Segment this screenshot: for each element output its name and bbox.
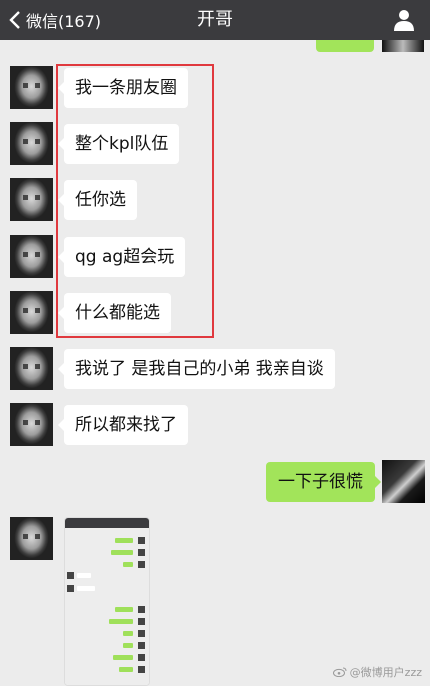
thumb-bubble (77, 573, 91, 578)
contact-avatar[interactable] (10, 517, 53, 560)
thumb-avatar (138, 630, 145, 637)
thumb-bubble (113, 655, 133, 660)
watermark-text: @微博用户zzz (349, 666, 422, 679)
thumb-bubble (115, 607, 133, 612)
thumb-avatar (138, 561, 145, 568)
message-bubble[interactable]: 我说了 是我自己的小弟 我亲自谈 (58, 349, 335, 389)
message-bubble-outgoing[interactable]: 一下子很慌 (266, 462, 381, 502)
contact-avatar[interactable] (10, 66, 53, 109)
thumb-bubble (119, 667, 133, 672)
contact-avatar[interactable] (10, 122, 53, 165)
thumb-avatar (138, 537, 145, 544)
thumb-bubble (123, 562, 133, 567)
highlight-box (56, 64, 214, 338)
thumb-bubble (115, 538, 133, 543)
thumbnail-header (65, 518, 149, 528)
thumb-bubble (123, 643, 133, 648)
contact-avatar[interactable] (10, 178, 53, 221)
message-bubble[interactable]: 所以都来找了 (58, 405, 188, 445)
thumb-bubble (111, 550, 133, 555)
my-avatar[interactable] (382, 40, 424, 52)
chat-title: 开哥 (197, 9, 233, 30)
thumb-avatar (67, 572, 74, 579)
watermark: @微博用户zzz (332, 664, 422, 680)
contact-info-icon[interactable] (394, 9, 414, 31)
contact-avatar[interactable] (10, 403, 53, 446)
thumb-bubble (123, 631, 133, 636)
thumb-avatar (138, 654, 145, 661)
previous-message-bubble[interactable] (316, 40, 374, 52)
chat-header: 微信(167) 开哥 (0, 0, 430, 40)
thumb-avatar (138, 642, 145, 649)
thumb-avatar (138, 549, 145, 556)
contact-avatar[interactable] (10, 347, 53, 390)
thumb-bubble (77, 586, 95, 591)
weibo-icon (332, 667, 347, 677)
image-message[interactable] (64, 517, 150, 686)
thumb-avatar (138, 606, 145, 613)
thumbnail-chat (65, 528, 149, 685)
my-avatar[interactable] (382, 460, 425, 503)
thumb-avatar (138, 618, 145, 625)
contact-avatar[interactable] (10, 235, 53, 278)
thumb-avatar (138, 666, 145, 673)
contact-avatar[interactable] (10, 291, 53, 334)
thumb-avatar (67, 585, 74, 592)
thumb-bubble (109, 619, 133, 624)
